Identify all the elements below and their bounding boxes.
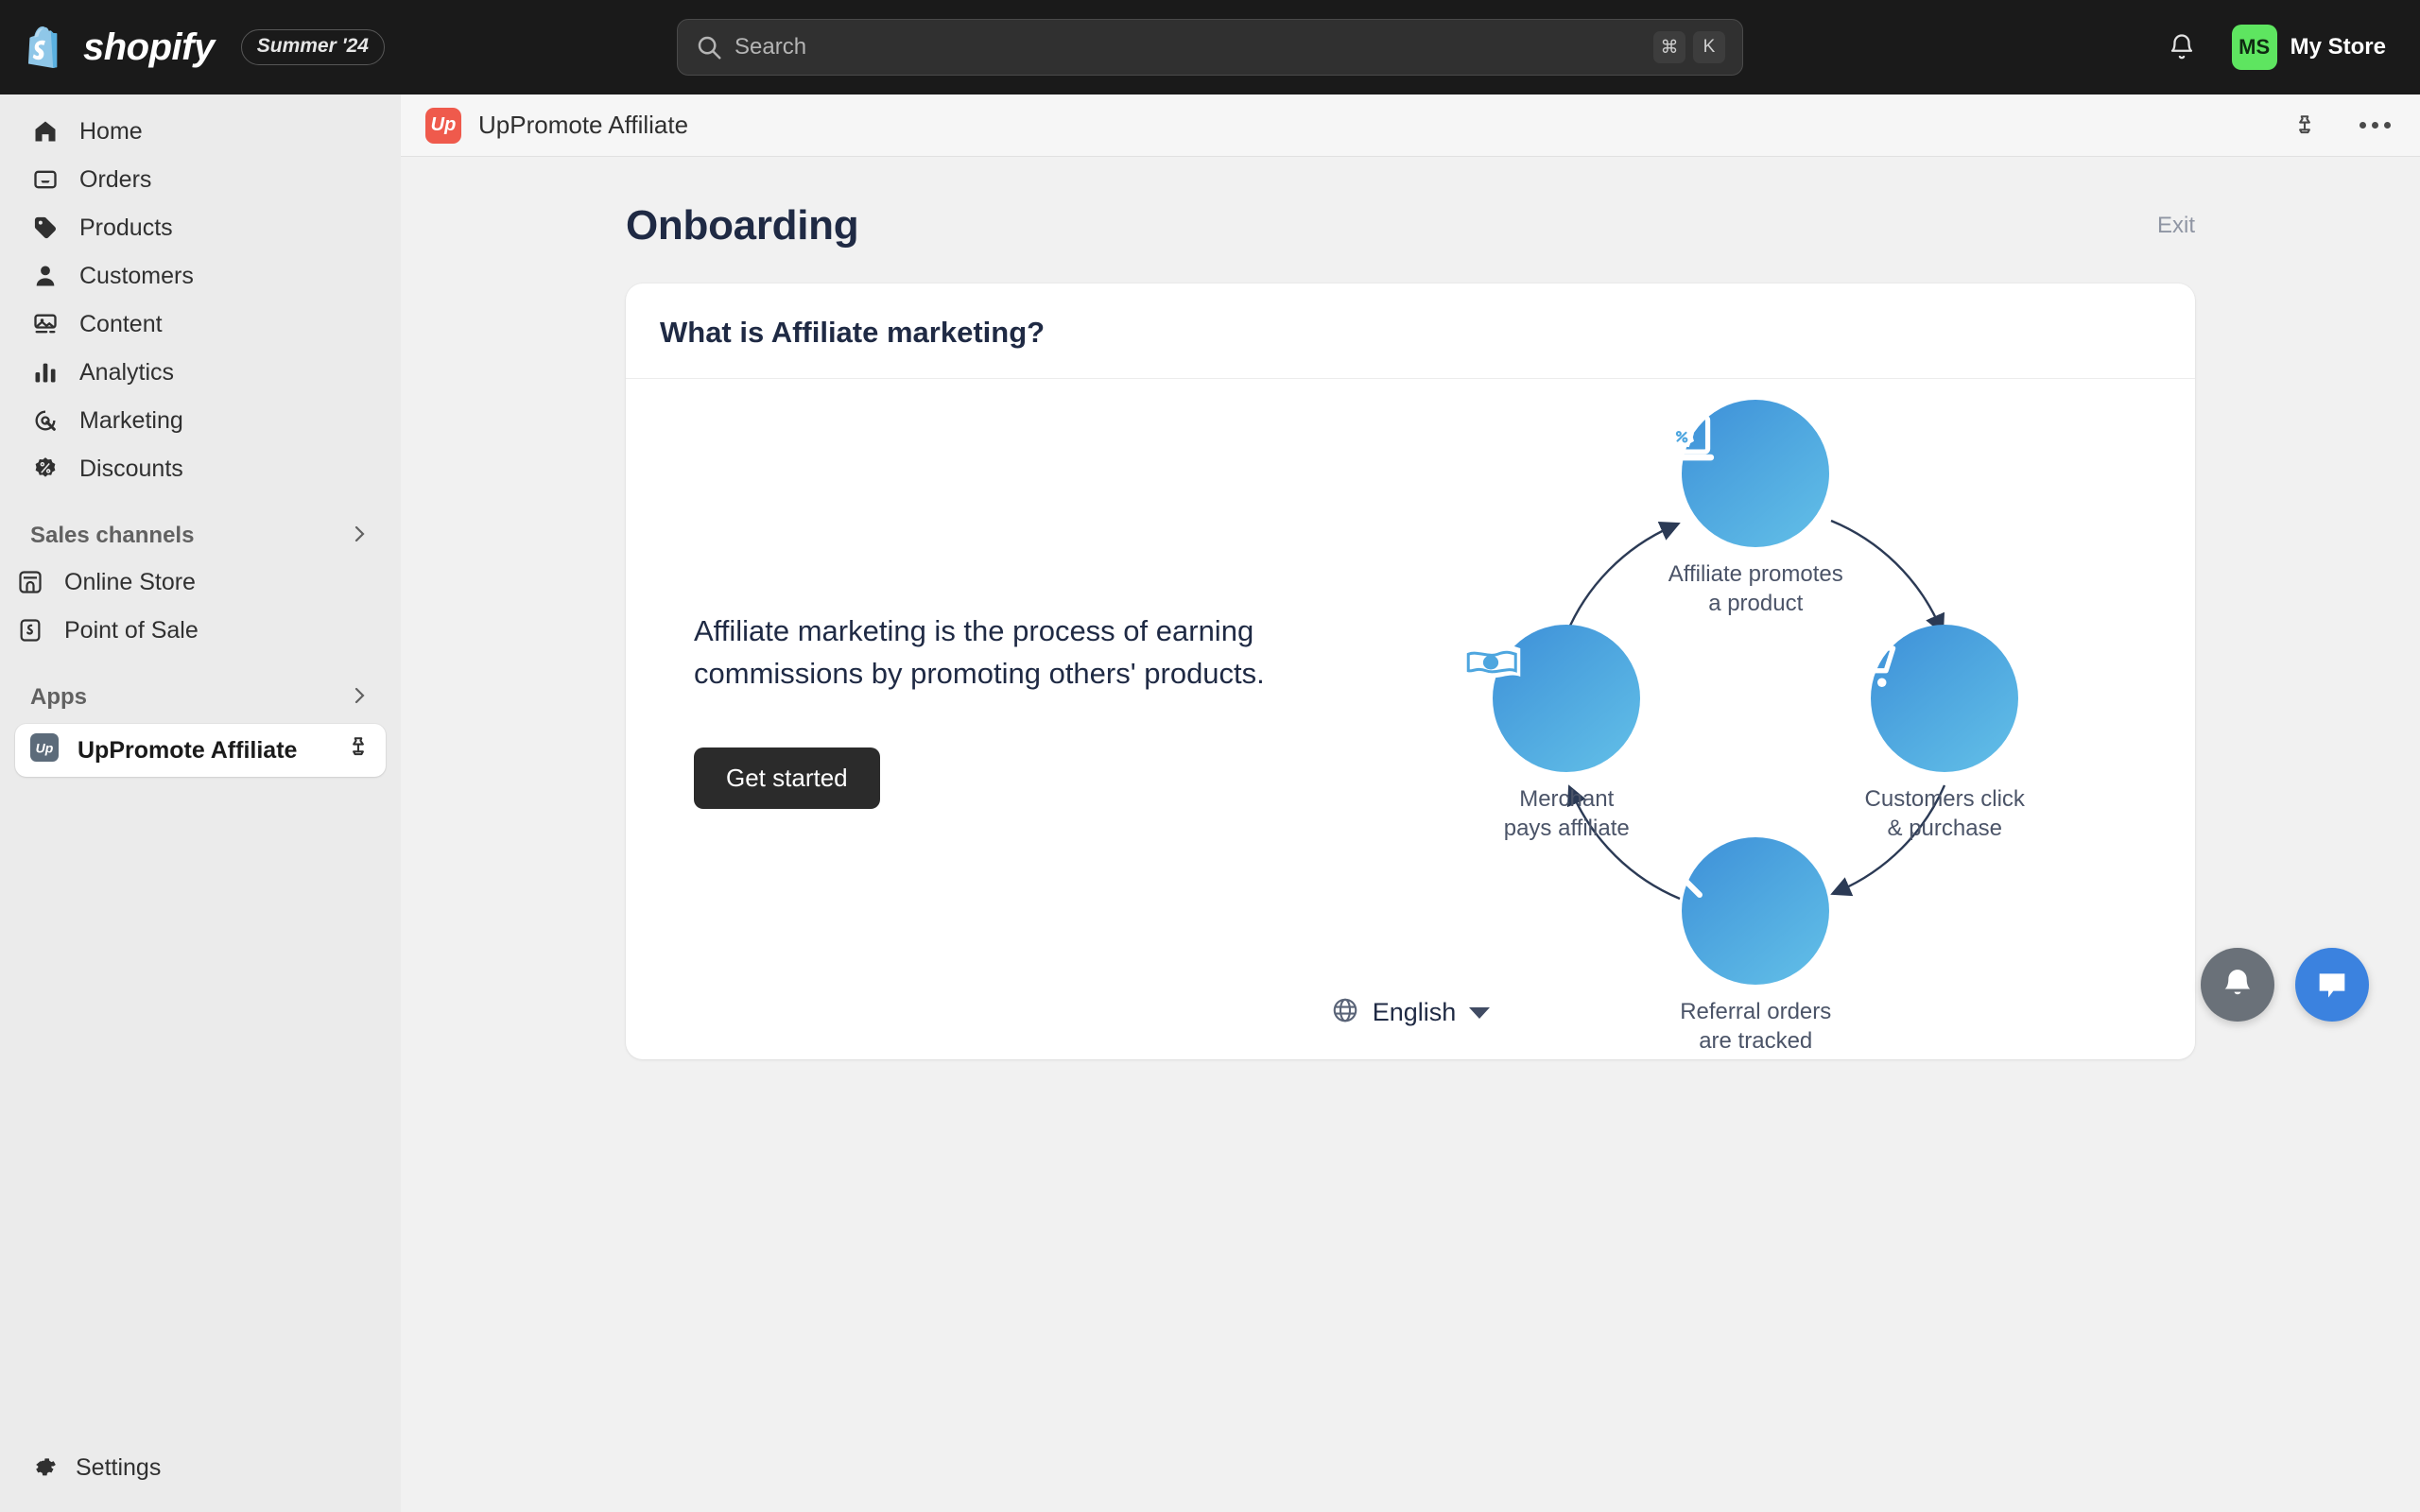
sidebar-item-online-store[interactable]: Online Store xyxy=(15,558,386,606)
sidebar-item-marketing[interactable]: Marketing xyxy=(15,397,386,444)
card-text-column: Affiliate marketing is the process of ea… xyxy=(660,610,1350,810)
home-icon xyxy=(30,116,60,146)
floating-action-buttons xyxy=(2201,948,2369,1022)
sidebar-item-label: Orders xyxy=(79,165,152,193)
sidebar-item-label: UpPromote Affiliate xyxy=(78,736,298,764)
sidebar-item-label: Customers xyxy=(79,262,194,289)
pos-icon xyxy=(15,615,45,645)
get-started-button[interactable]: Get started xyxy=(694,747,880,810)
store-name-label: My Store xyxy=(2290,34,2386,60)
sidebar-item-settings[interactable]: Settings xyxy=(15,1444,386,1491)
cycle-node-merchant-pays: Merchant pays affiliate xyxy=(1453,625,1680,843)
cycle-node-customers-purchase: Customers click & purchase xyxy=(1831,625,2058,843)
sidebar-section-sales-channels[interactable]: Sales channels xyxy=(15,513,386,558)
sidebar-item-home[interactable]: Home xyxy=(15,108,386,155)
person-icon xyxy=(30,261,60,291)
shopify-wordmark: shopify xyxy=(83,26,215,68)
gear-icon xyxy=(30,1452,57,1485)
sidebar-item-orders[interactable]: Orders xyxy=(15,156,386,203)
uppromote-icon: Up xyxy=(30,732,59,768)
sidebar-item-analytics[interactable]: Analytics xyxy=(15,349,386,396)
affiliate-cycle-diagram: Affiliate promotes a product Customers c… xyxy=(1453,400,2058,1054)
chevron-down-icon[interactable] xyxy=(1469,1006,1491,1019)
discount-badge-icon xyxy=(30,454,60,484)
chevron-right-icon[interactable] xyxy=(348,684,371,712)
magnifier-icon xyxy=(1654,837,1830,985)
storefront-icon xyxy=(15,567,45,597)
banknote-icon xyxy=(1461,625,1641,772)
exit-link[interactable]: Exit xyxy=(2157,213,2195,239)
onboarding-card: What is Affiliate marketing? Affiliate m… xyxy=(626,284,2195,1059)
uppromote-icon: Up xyxy=(425,107,461,144)
kbd-cmd: ⌘ xyxy=(1653,31,1685,63)
main-sidebar: Home Orders Products Customers Content A… xyxy=(0,94,401,1512)
card-heading: What is Affiliate marketing? xyxy=(660,316,1046,349)
onboarding-page: Onboarding Exit What is Affiliate market… xyxy=(401,157,2420,1059)
kbd-key: K xyxy=(1693,31,1725,63)
sidebar-item-label: Discounts xyxy=(79,455,183,482)
sidebar-item-uppromote-affiliate[interactable]: Up UpPromote Affiliate xyxy=(15,724,386,777)
card-lead-text: Affiliate marketing is the process of ea… xyxy=(694,613,1265,690)
sidebar-item-label: Products xyxy=(79,214,173,241)
sidebar-item-label: Content xyxy=(79,310,163,337)
pin-icon[interactable] xyxy=(2286,107,2324,145)
pin-icon[interactable] xyxy=(346,735,371,766)
account-menu-button[interactable]: MS My Store xyxy=(2226,19,2399,76)
sidebar-item-customers[interactable]: Customers xyxy=(15,252,386,300)
svg-text:Up: Up xyxy=(36,740,54,755)
page-header: Onboarding Exit xyxy=(626,202,2195,249)
orders-icon xyxy=(30,164,60,195)
card-header: What is Affiliate marketing? xyxy=(626,284,2195,379)
cycle-node-caption: Customers click & purchase xyxy=(1864,786,2025,841)
sidebar-section-label: Sales channels xyxy=(30,523,195,548)
shopify-logo-icon xyxy=(28,26,66,68)
chevron-right-icon[interactable] xyxy=(348,523,371,550)
avatar: MS xyxy=(2231,25,2277,70)
season-badge: Summer '24 xyxy=(240,29,385,65)
target-click-icon xyxy=(30,405,60,436)
notifications-fab[interactable] xyxy=(2201,948,2274,1022)
card-body: Affiliate marketing is the process of ea… xyxy=(626,379,2195,1059)
global-search-bar[interactable]: Search ⌘ K xyxy=(677,19,1743,76)
more-options-icon[interactable] xyxy=(2356,107,2394,145)
sidebar-item-label: Point of Sale xyxy=(64,616,199,644)
language-label: English xyxy=(1372,998,1457,1026)
sidebar-item-label: Analytics xyxy=(79,358,175,386)
sidebar-item-point-of-sale[interactable]: Point of Sale xyxy=(15,607,386,654)
laptop-discount-icon xyxy=(1650,400,1830,547)
sidebar-item-discounts[interactable]: Discounts xyxy=(15,445,386,492)
tag-icon xyxy=(30,213,60,243)
language-selector[interactable]: English xyxy=(401,996,2420,1029)
page-title: Onboarding xyxy=(626,202,859,249)
card-diagram-column: Affiliate promotes a product Customers c… xyxy=(1350,400,2161,1054)
app-title-bar: Up UpPromote Affiliate xyxy=(401,94,2420,157)
sidebar-section-label: Apps xyxy=(30,684,87,710)
chat-fab[interactable] xyxy=(2295,948,2369,1022)
sidebar-item-label: Settings xyxy=(76,1453,162,1481)
sidebar-item-products[interactable]: Products xyxy=(15,204,386,251)
notifications-button[interactable] xyxy=(2160,26,2204,69)
global-top-bar: shopify Summer '24 Search ⌘ K MS My Stor… xyxy=(0,0,2420,94)
search-icon xyxy=(695,33,723,61)
sidebar-item-label: Online Store xyxy=(64,568,196,595)
cycle-node-caption: Affiliate promotes a product xyxy=(1668,561,1843,616)
cycle-node-caption: Merchant pays affiliate xyxy=(1503,786,1630,841)
bar-chart-icon xyxy=(30,357,60,387)
shopify-brand[interactable]: shopify Summer '24 xyxy=(28,26,385,69)
top-bar-right: MS My Store xyxy=(2160,0,2399,94)
sidebar-section-apps[interactable]: Apps xyxy=(15,675,386,720)
cycle-node-affiliate-promotes: Affiliate promotes a product xyxy=(1642,400,1869,618)
app-title-label: UpPromote Affiliate xyxy=(478,111,689,139)
globe-icon xyxy=(1331,996,1359,1029)
sidebar-item-label: Marketing xyxy=(79,406,183,434)
sidebar-item-content[interactable]: Content xyxy=(15,301,386,348)
embedded-app-frame: Up UpPromote Affiliate Onboarding Exit W… xyxy=(401,94,2420,1512)
sidebar-item-label: Home xyxy=(79,117,143,145)
search-placeholder: Search xyxy=(735,34,807,60)
image-icon xyxy=(30,309,60,339)
search-shortcut-hint: ⌘ K xyxy=(1653,31,1725,63)
shopping-cart-icon xyxy=(1841,625,2019,772)
app-title-bar-actions xyxy=(2286,107,2394,145)
